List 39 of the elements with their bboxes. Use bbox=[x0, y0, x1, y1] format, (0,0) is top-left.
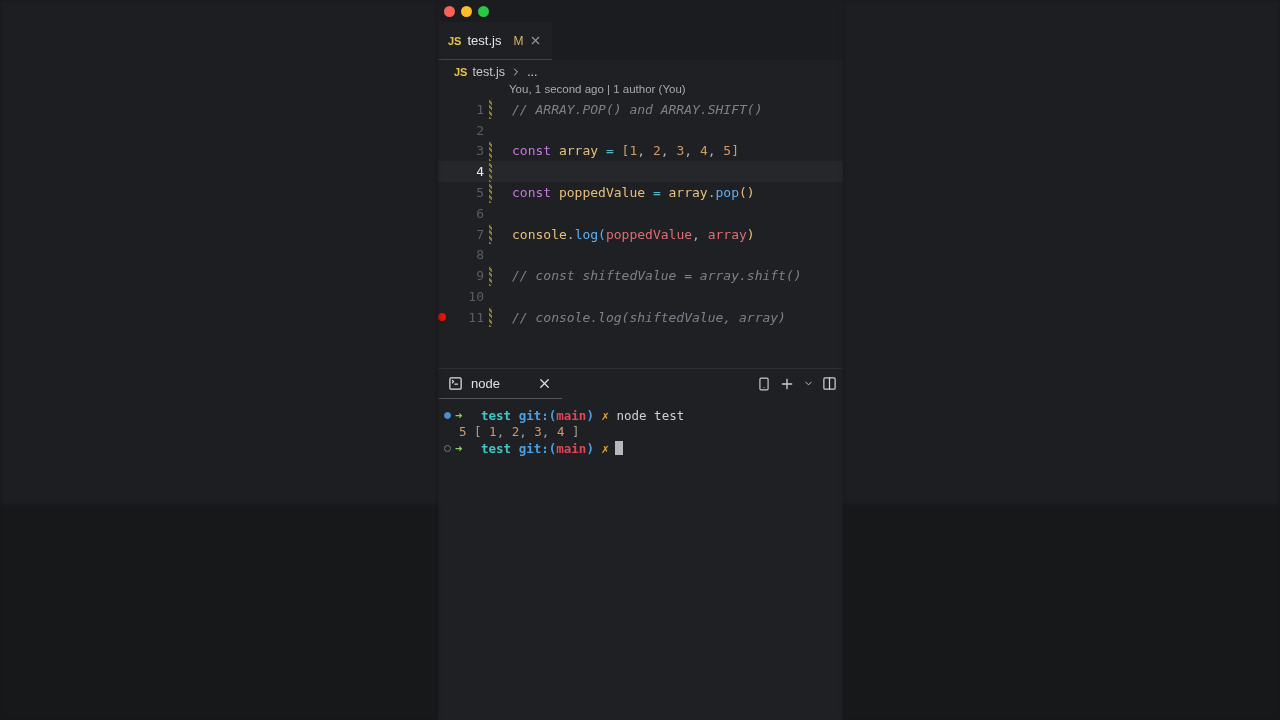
terminal-output: 5 [ 1, 2, 3, 4 ] bbox=[459, 424, 580, 439]
editor-tab[interactable]: JS test.js M bbox=[438, 22, 553, 60]
terminal-icon bbox=[448, 375, 463, 391]
breakpoint-dot[interactable] bbox=[438, 313, 446, 322]
modified-label: M bbox=[513, 33, 524, 48]
line-number: 4 bbox=[475, 164, 484, 180]
code-line: console.log(poppedValue, array) bbox=[512, 226, 755, 242]
code-line: // const shiftedValue = array.shift() bbox=[512, 268, 802, 284]
breadcrumb-item[interactable]: ... bbox=[527, 65, 538, 79]
code-line: const array = [1, 2, 3, 4, 5] bbox=[512, 143, 739, 159]
line-number: 7 bbox=[475, 226, 484, 242]
line-number: 3 bbox=[475, 143, 484, 159]
blame-annotation[interactable]: You, 1 second ago | 1 author (You) bbox=[509, 83, 686, 95]
line-number: 10 bbox=[467, 289, 484, 305]
js-file-icon: JS bbox=[454, 66, 468, 78]
line-number: 5 bbox=[475, 185, 484, 201]
code-line: const poppedValue = array.pop() bbox=[512, 185, 755, 201]
prompt-arrow: ➜ bbox=[455, 440, 464, 456]
close-window-button[interactable] bbox=[444, 5, 455, 17]
terminal-tab[interactable]: node bbox=[438, 368, 562, 400]
tab-label: node bbox=[471, 375, 501, 391]
line-number: 9 bbox=[475, 268, 484, 284]
js-file-icon: JS bbox=[448, 34, 462, 47]
tab-label: test.js bbox=[467, 33, 502, 48]
terminal-prompt: test git:(main) ✗ bbox=[481, 440, 609, 456]
code-line: // console.log(shiftedValue, array) bbox=[512, 309, 786, 325]
line-number: 8 bbox=[475, 247, 484, 263]
line-number: 11 bbox=[467, 309, 484, 325]
phone-icon[interactable] bbox=[757, 376, 771, 391]
code-line: // ARRAY.POP() and ARRAY.SHIFT() bbox=[512, 101, 763, 117]
breadcrumb-item[interactable]: test.js bbox=[472, 65, 506, 79]
prompt-arrow: ➜ bbox=[455, 407, 464, 423]
line-number: 2 bbox=[475, 122, 484, 138]
minimize-window-button[interactable] bbox=[461, 5, 472, 17]
line-number: 1 bbox=[475, 101, 484, 117]
line-number: 6 bbox=[475, 205, 484, 221]
terminal-prompt: test git:(main) ✗ node test bbox=[481, 407, 685, 423]
split-panel-icon[interactable] bbox=[822, 376, 837, 392]
zoom-window-button[interactable] bbox=[478, 5, 489, 17]
